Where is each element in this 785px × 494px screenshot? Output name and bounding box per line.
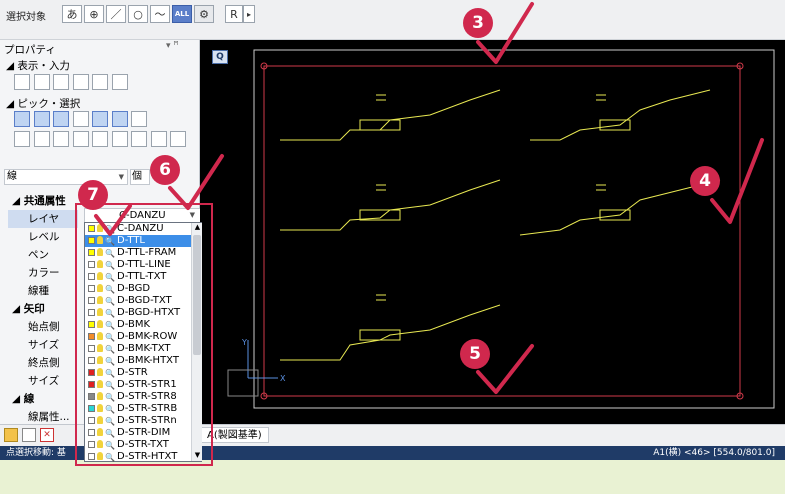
step-badge-7: 7	[78, 180, 108, 210]
pick-tangent-icon[interactable]	[131, 111, 147, 127]
pick-point-icon[interactable]	[14, 111, 30, 127]
print-icon[interactable]	[22, 428, 36, 442]
prop-pen[interactable]: ペン	[8, 246, 78, 264]
category-arrow[interactable]: ◢ 矢印	[8, 300, 78, 318]
display-icons-row	[14, 74, 128, 93]
select-poly-icon[interactable]	[33, 131, 50, 147]
properties-title: プロパティ	[4, 44, 56, 56]
status-right-text: A1(横) <46> [554.0/801.0]	[653, 448, 775, 458]
select-target-label: 選択対象	[6, 12, 46, 23]
prop-end-size[interactable]: サイズ	[8, 372, 78, 390]
grid-icon[interactable]	[33, 74, 50, 90]
pick-mid-icon[interactable]	[53, 111, 69, 127]
category-line[interactable]: ◢ 線	[8, 390, 78, 408]
pick-icons-row-1	[14, 111, 147, 130]
select-rect-icon[interactable]	[53, 131, 69, 147]
pick-perp-icon[interactable]	[92, 111, 108, 127]
select-person-icon[interactable]	[170, 131, 186, 147]
home-icon[interactable]	[4, 428, 18, 442]
pick-center-icon[interactable]	[111, 111, 128, 127]
r-icon[interactable]	[53, 74, 69, 90]
section-display-input[interactable]: ◢ 表示・入力	[6, 58, 70, 73]
expand-arrow-button[interactable]: ▸	[243, 5, 255, 23]
step-badge-6: 6	[150, 155, 180, 185]
measure-icon[interactable]	[92, 74, 108, 90]
text-select-button[interactable]: あ	[62, 5, 82, 23]
select-shape-icon[interactable]	[72, 131, 89, 147]
r-button[interactable]: R	[225, 5, 243, 23]
drawing-canvas[interactable]: Q Y X	[200, 40, 785, 424]
line-select-button[interactable]: ／	[106, 5, 126, 23]
drawing-sheet	[227, 49, 775, 409]
select-star-icon[interactable]	[92, 131, 108, 147]
pick-icons-row-2	[14, 131, 186, 150]
highlight-frame-dropdown	[75, 203, 213, 466]
circle-select-button[interactable]: ○	[128, 5, 148, 23]
select-all-icon[interactable]	[150, 131, 167, 147]
axis-x-label: X	[280, 374, 286, 383]
all-select-button[interactable]: ALL	[172, 5, 192, 23]
prop-level[interactable]: レベル	[8, 228, 78, 246]
section-pick-select[interactable]: ◢ ピック・選択	[6, 96, 80, 111]
layer-icon[interactable]	[14, 74, 30, 90]
step-badge-4: 4	[690, 166, 720, 196]
gear-icon[interactable]: ⚙	[194, 5, 214, 23]
curve-select-button[interactable]: 〜	[150, 5, 170, 23]
prop-start-size[interactable]: サイズ	[8, 336, 78, 354]
pick-cross-icon[interactable]	[72, 111, 89, 127]
pen-icon[interactable]	[111, 74, 128, 90]
select-line-icon[interactable]	[14, 131, 30, 147]
status-left-text: 点選択移動: 基	[6, 448, 66, 458]
close-doc-icon[interactable]: ✕	[40, 428, 54, 442]
prop-linetype[interactable]: 線種	[8, 282, 78, 300]
select-window-icon[interactable]	[131, 131, 147, 147]
panel-pin-icon[interactable]: ▾ ꟸ	[166, 41, 179, 51]
prop-layer[interactable]: レイヤ	[8, 210, 78, 228]
step-badge-5: 5	[460, 339, 490, 369]
top-toolbar: 選択対象 あ ⊕ ／ ○ 〜 ALL ⚙ R ▸	[0, 0, 785, 40]
element-type-select[interactable]: 線 ▼	[4, 169, 128, 185]
prop-color[interactable]: カラー	[8, 264, 78, 282]
category-common[interactable]: ◢ 共通属性	[8, 192, 78, 210]
snap-icon[interactable]	[72, 74, 89, 90]
count-field[interactable]: 個	[130, 169, 150, 185]
prop-end-side[interactable]: 終点側	[8, 354, 78, 372]
pick-end-icon[interactable]	[33, 111, 50, 127]
axis-y-label: Y	[242, 338, 247, 347]
prop-start-side[interactable]: 始点側	[8, 318, 78, 336]
point-select-button[interactable]: ⊕	[84, 5, 104, 23]
step-badge-3: 3	[463, 8, 493, 38]
select-curve-icon[interactable]	[111, 131, 128, 147]
